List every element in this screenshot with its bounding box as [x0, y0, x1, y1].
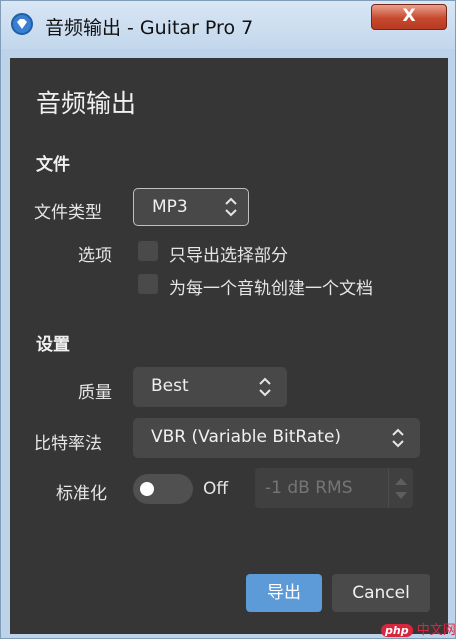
title-bar: 音频输出 - Guitar Pro 7 X	[1, 1, 455, 49]
export-selection-label: 只导出选择部分	[169, 246, 288, 266]
watermark-php: php	[381, 624, 413, 637]
watermark-cn: 中文网	[416, 623, 456, 638]
chevron-updown-icon	[392, 428, 404, 448]
quality-value: Best	[151, 376, 189, 396]
normalize-stepper[interactable]	[388, 468, 413, 508]
dialog-heading: 音频输出	[36, 89, 137, 118]
chevron-updown-icon	[259, 377, 271, 397]
quality-select[interactable]: Best	[133, 367, 287, 407]
toggle-knob	[140, 482, 154, 496]
close-button[interactable]: X	[371, 4, 447, 30]
normalize-level-input[interactable]	[255, 468, 383, 508]
per-track-checkbox[interactable]	[138, 274, 158, 294]
cancel-button[interactable]: Cancel	[332, 574, 430, 612]
file-section-title: 文件	[36, 155, 70, 175]
per-track-label: 为每一个音轨创建一个文档	[169, 279, 373, 299]
chevron-updown-icon	[225, 197, 237, 217]
options-label: 选项	[78, 246, 112, 266]
audio-export-dialog: 音频输出 文件 文件类型 MP3 选项 只导出选择部分 为每一个音轨创建一个文档…	[10, 58, 448, 634]
bitrate-label: 比特率法	[34, 434, 102, 454]
watermark: php 中文网	[381, 619, 456, 638]
export-selection-checkbox[interactable]	[138, 241, 158, 261]
normalize-toggle[interactable]	[133, 474, 193, 504]
export-button[interactable]: 导出	[246, 574, 322, 612]
normalize-state-label: Off	[203, 479, 229, 499]
normalize-level-field	[255, 468, 413, 508]
normalize-label: 标准化	[56, 484, 107, 504]
stepper-down-icon	[395, 492, 407, 499]
close-icon: X	[402, 6, 416, 26]
quality-label: 质量	[78, 383, 112, 403]
app-window: 音频输出 - Guitar Pro 7 X 音频输出 文件 文件类型 MP3 选…	[0, 0, 456, 639]
file-type-value: MP3	[152, 197, 188, 217]
guitar-pro-logo-icon	[11, 13, 33, 35]
file-type-select[interactable]: MP3	[133, 188, 249, 226]
bitrate-select[interactable]: VBR (Variable BitRate)	[133, 418, 420, 458]
stepper-up-icon	[395, 478, 407, 485]
window-title: 音频输出 - Guitar Pro 7	[45, 17, 254, 39]
file-type-label: 文件类型	[34, 203, 102, 223]
settings-section-title: 设置	[36, 335, 70, 355]
bitrate-value: VBR (Variable BitRate)	[151, 427, 342, 447]
